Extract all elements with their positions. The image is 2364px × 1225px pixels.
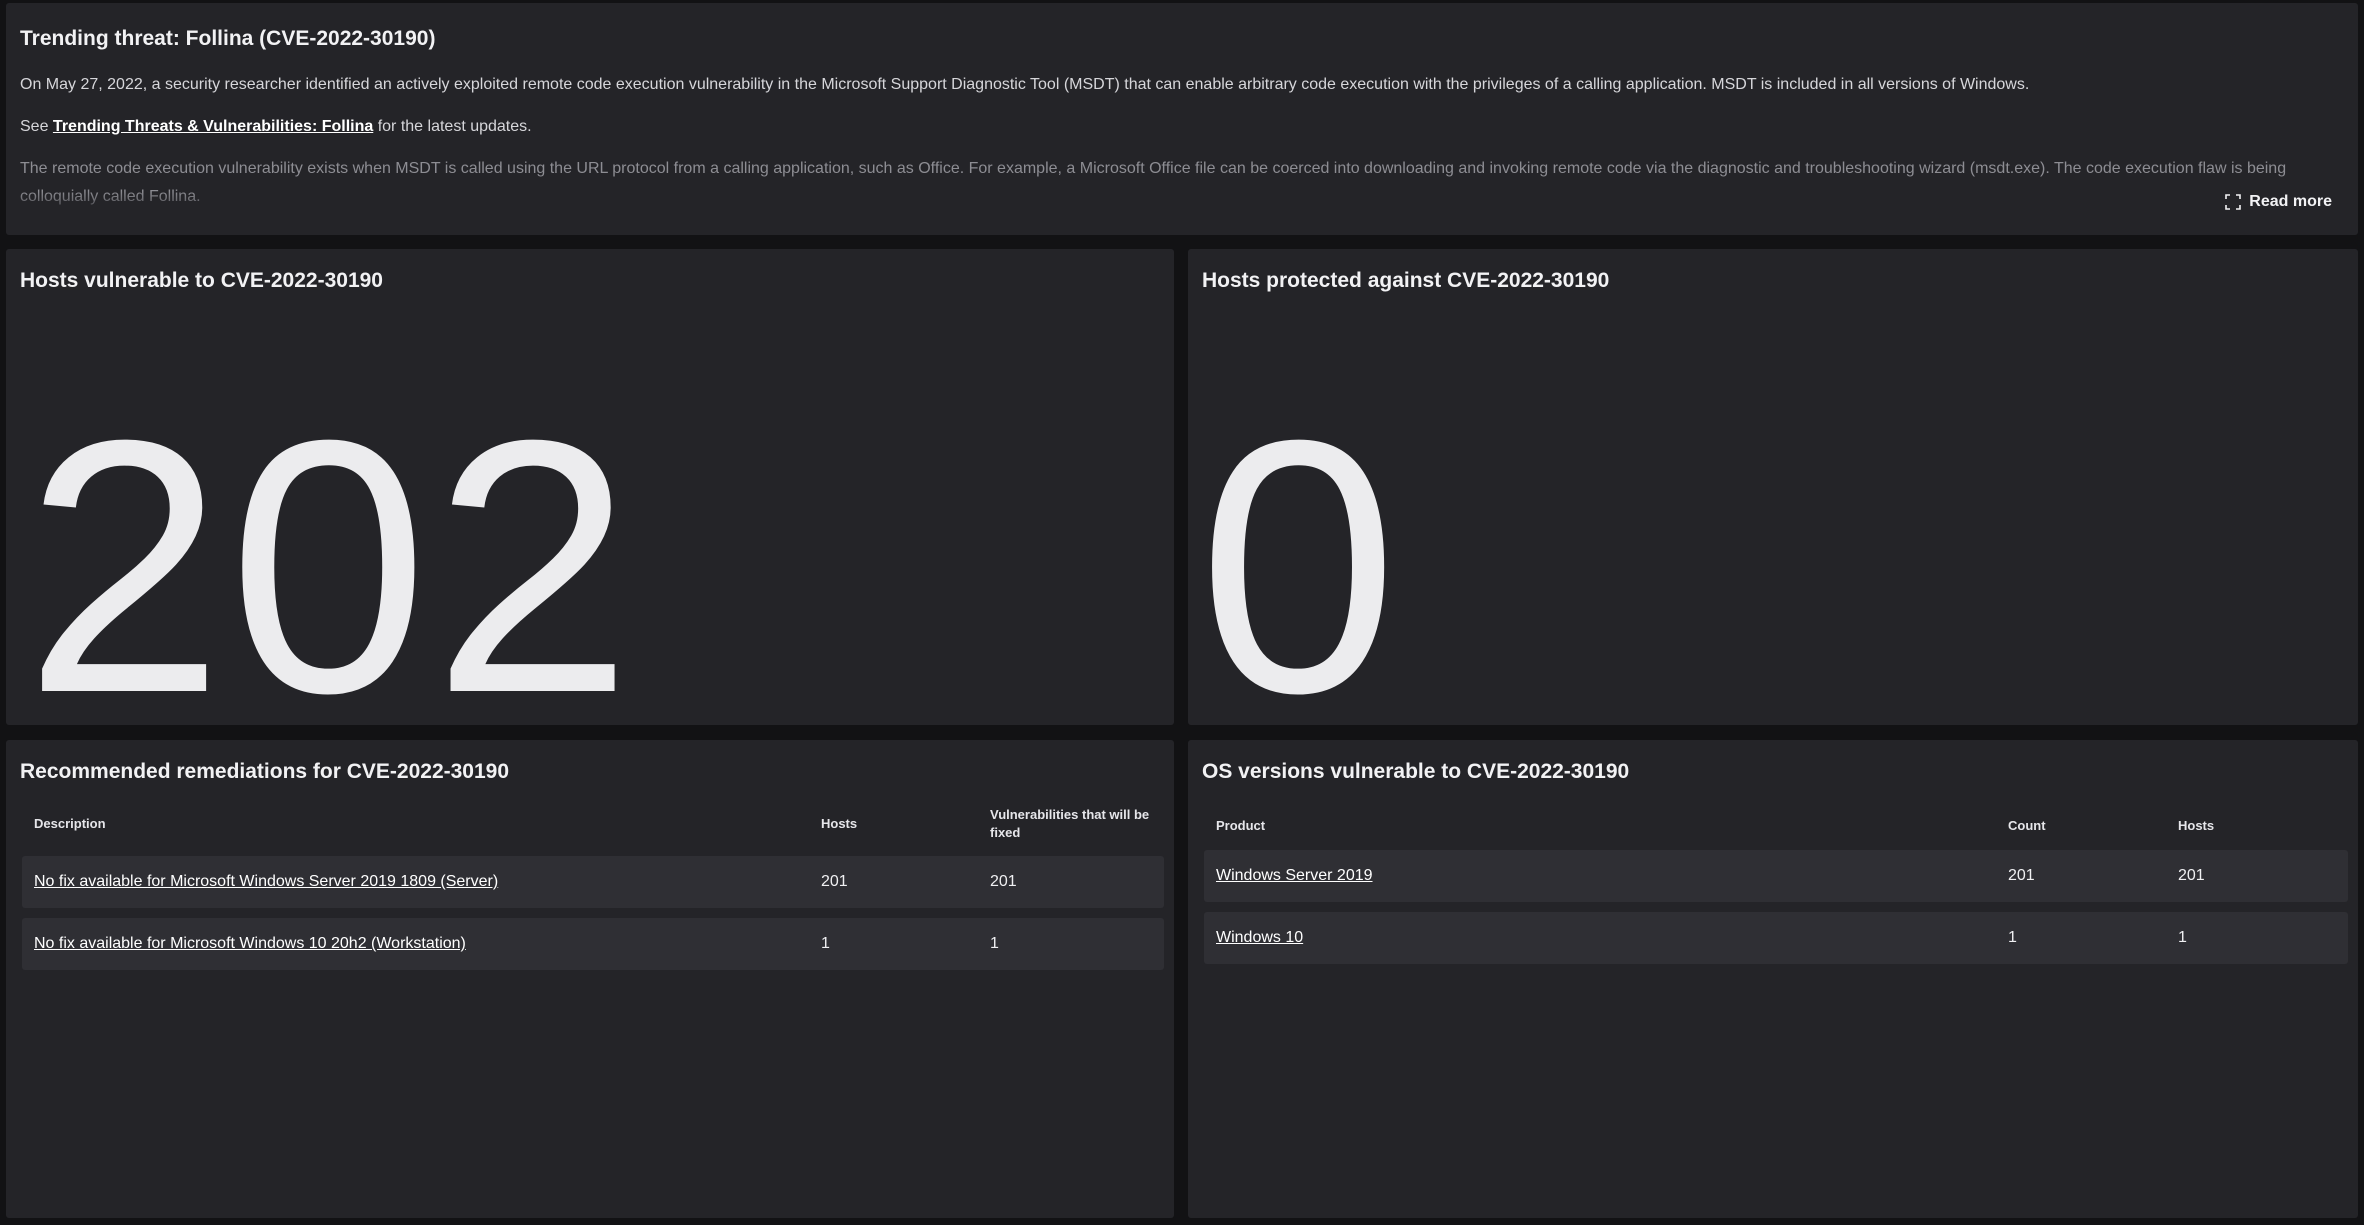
table-row: Windows Server 2019 201 201 [1204, 850, 2348, 902]
hosts-protected-panel: Hosts protected against CVE-2022-30190 0 [1188, 249, 2358, 747]
threat-details: The remote code execution vulnerability … [20, 155, 2340, 211]
table-row: No fix available for Microsoft Windows S… [22, 856, 1164, 908]
remediations-table: Description Hosts Vulnerabilities that w… [22, 792, 1164, 980]
threat-summary: On May 27, 2022, a security researcher i… [20, 76, 2030, 93]
remediation-description-cell: No fix available for Microsoft Windows 1… [22, 918, 809, 970]
expand-icon [2225, 194, 2242, 210]
table-header-row: Product Count Hosts [1204, 812, 2348, 840]
threat-see-also: See Trending Threats & Vulnerabilities: … [20, 113, 2344, 141]
read-more-label: Read more [2249, 193, 2332, 210]
see-suffix: for the latest updates. [373, 118, 532, 135]
read-more-button[interactable]: Read more [2225, 193, 2332, 211]
product-cell: Windows Server 2019 [1204, 850, 1996, 902]
remediation-hosts-cell: 1 [809, 918, 978, 970]
column-header-hosts: Hosts [821, 816, 858, 831]
trending-threat-panel: Trending threat: Follina (CVE-2022-30190… [6, 3, 2358, 235]
table-header-row: Description Hosts Vulnerabilities that w… [22, 802, 1164, 846]
product-cell: Windows 10 [1204, 912, 1996, 964]
remediation-hosts-cell: 201 [809, 856, 978, 908]
trending-threats-link[interactable]: Trending Threats & Vulnerabilities: Foll… [53, 118, 373, 135]
threat-title: Trending threat: Follina (CVE-2022-30190… [20, 27, 436, 50]
see-prefix: See [20, 118, 53, 135]
hosts-protected-title: Hosts protected against CVE-2022-30190 [1202, 269, 1610, 292]
column-header-description: Description [34, 816, 106, 831]
hosts-vulnerable-title: Hosts vulnerable to CVE-2022-30190 [20, 269, 383, 292]
remediations-panel: Recommended remediations for CVE-2022-30… [6, 740, 1174, 1218]
column-header-fixed: Vulnerabilities that will be fixed [990, 807, 1150, 840]
hosts-cell: 1 [2166, 912, 2348, 964]
os-versions-title: OS versions vulnerable to CVE-2022-30190 [1202, 760, 1630, 783]
column-header-hosts: Hosts [2178, 818, 2215, 833]
remediation-fixed-cell: 201 [978, 856, 1164, 908]
os-versions-panel: OS versions vulnerable to CVE-2022-30190… [1188, 740, 2358, 1218]
remediation-link[interactable]: No fix available for Microsoft Windows 1… [34, 935, 466, 952]
remediations-title: Recommended remediations for CVE-2022-30… [20, 760, 510, 783]
remediation-link[interactable]: No fix available for Microsoft Windows S… [34, 873, 498, 890]
column-header-product: Product [1216, 818, 1266, 833]
table-row: Windows 10 1 1 [1204, 912, 2348, 964]
product-link[interactable]: Windows Server 2019 [1216, 867, 1373, 884]
count-cell: 1 [1996, 912, 2166, 964]
os-versions-table: Product Count Hosts Windows Server 2019 … [1204, 802, 2348, 974]
column-header-count: Count [2008, 818, 2046, 833]
remediation-fixed-cell: 1 [978, 918, 1164, 970]
hosts-vulnerable-panel: Hosts vulnerable to CVE-2022-30190 202 [6, 249, 1174, 747]
product-link[interactable]: Windows 10 [1216, 929, 1303, 946]
count-cell: 201 [1996, 850, 2166, 902]
hosts-vulnerable-count: 202 [24, 366, 637, 768]
hosts-cell: 201 [2166, 850, 2348, 902]
remediation-description-cell: No fix available for Microsoft Windows S… [22, 856, 809, 908]
table-row: No fix available for Microsoft Windows 1… [22, 918, 1164, 970]
hosts-protected-count: 0 [1198, 366, 1403, 768]
